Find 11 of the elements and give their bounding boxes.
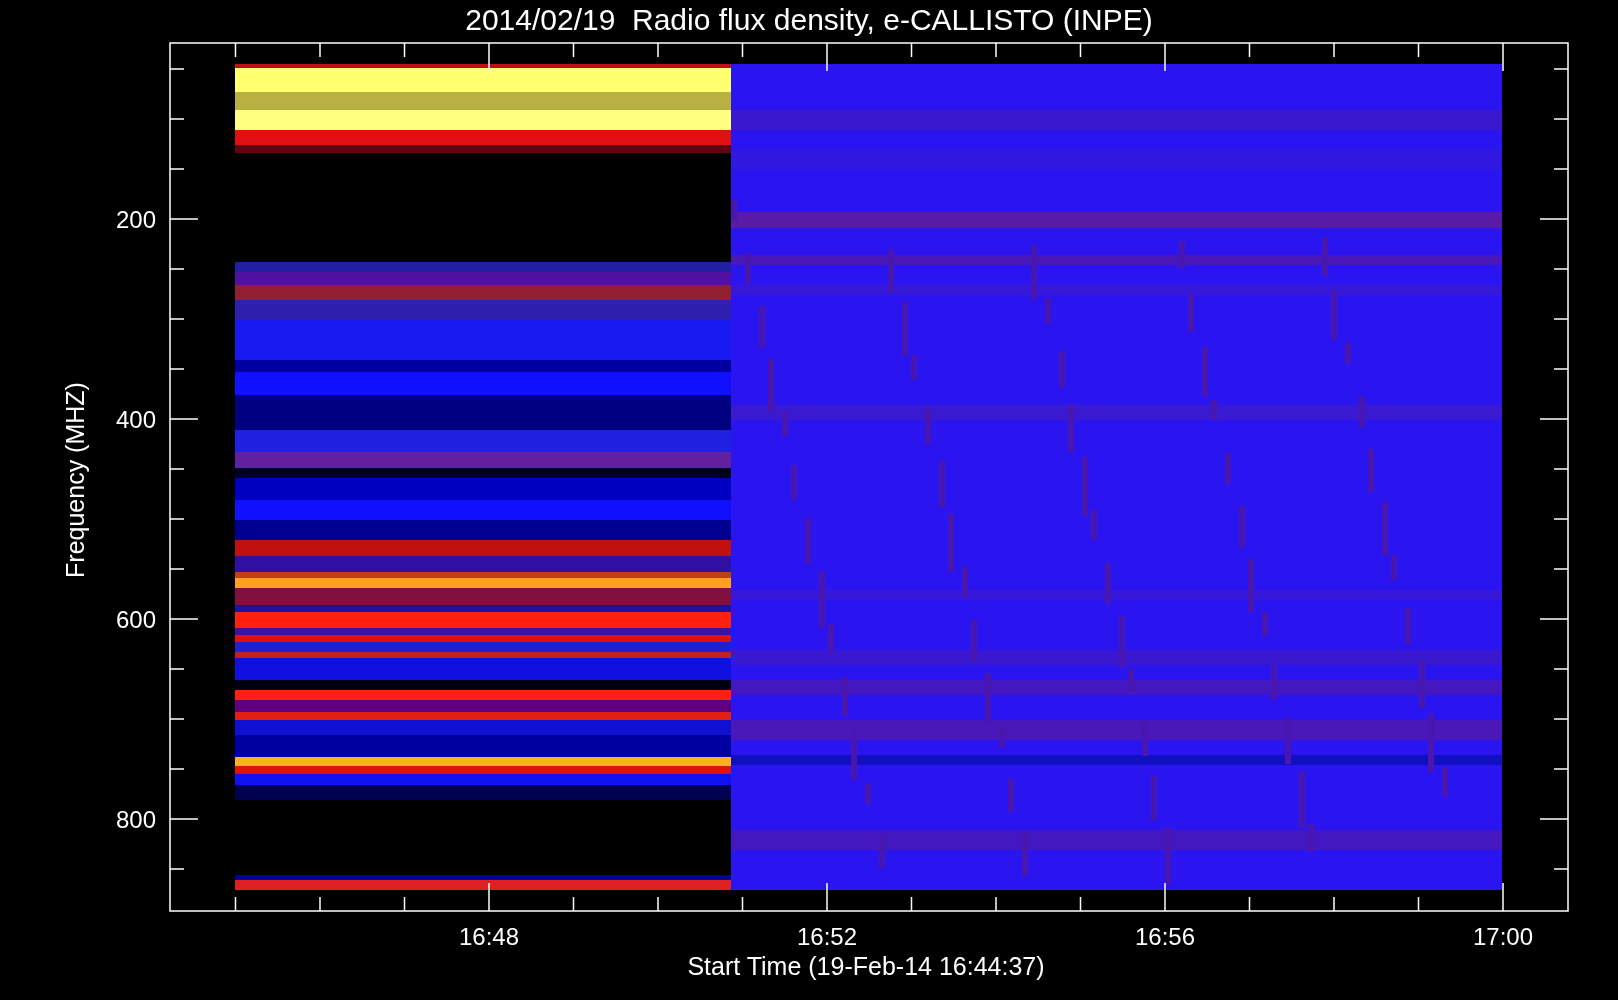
chart-title: 2014/02/19 Radio flux density, e-CALLISTO (INPE) <box>465 3 1153 36</box>
axis-label: Start Time (19-Feb-14 16:44:37) <box>687 952 1045 980</box>
tick-label: 16:52 <box>796 923 858 950</box>
tick-label: 800 <box>115 806 156 833</box>
tick-label: 400 <box>115 406 156 433</box>
tick-label: 200 <box>115 206 156 233</box>
axis-label: Frequency (MHZ) <box>61 382 89 578</box>
tick-label: 17:00 <box>1472 923 1534 950</box>
tick-label: 16:56 <box>1134 923 1196 950</box>
tick-label: 16:48 <box>458 923 520 950</box>
tick-label: 600 <box>115 606 156 633</box>
